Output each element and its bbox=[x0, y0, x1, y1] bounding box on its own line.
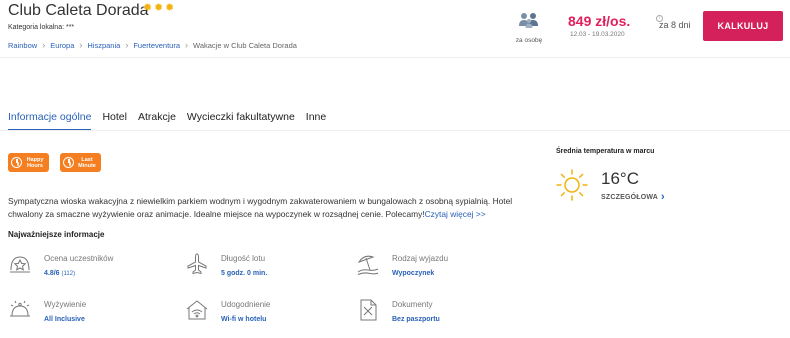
key-info-item: Długość lotu 5 godz. 0 min. bbox=[185, 252, 267, 277]
wifi-house-icon bbox=[186, 300, 208, 320]
chevron-right-icon: › bbox=[42, 40, 46, 50]
food-cloche-icon bbox=[10, 300, 30, 317]
chevron-right-icon: › bbox=[185, 40, 189, 50]
breadcrumb: Rainbow › Europa › Hiszpania › Fuerteven… bbox=[8, 40, 297, 50]
people-icon bbox=[519, 13, 538, 28]
weather-details-label: SZCZEGÓŁOWA bbox=[601, 193, 659, 201]
happy-hours-badge: Happy Hours bbox=[8, 153, 49, 172]
hotel-name: Club Caleta Dorada bbox=[8, 2, 149, 19]
board-type-value: All Inclusive bbox=[44, 316, 85, 323]
star-icon: ✹ bbox=[143, 2, 153, 14]
rating-star-icon bbox=[10, 256, 30, 273]
trip-dates: 12.03 - 19.03.2020 bbox=[570, 31, 625, 38]
breadcrumb-link-europa[interactable]: Europa bbox=[50, 41, 74, 50]
hotel-description: Sympatyczna wioska wakacyjna z niewielki… bbox=[8, 195, 528, 221]
key-info-item: Ocena uczestników 4.8/6 (112) bbox=[8, 252, 113, 277]
rating-count: (112) bbox=[61, 271, 76, 277]
key-info-label: Udogodnienie bbox=[221, 300, 271, 309]
clock-icon bbox=[63, 157, 74, 168]
weather-details-link[interactable]: SZCZEGÓŁOWA › bbox=[601, 191, 665, 203]
tab-bar: Informacje ogólne Hotel Atrakcje Wyciecz… bbox=[8, 111, 326, 131]
chevron-right-icon: › bbox=[125, 40, 129, 50]
chevron-right-icon: › bbox=[79, 40, 83, 50]
price: 849 zł/os. bbox=[568, 13, 631, 29]
tab-general-info[interactable]: Informacje ogólne bbox=[8, 111, 92, 131]
header-divider bbox=[0, 57, 790, 58]
key-info-item: Wyżywienie All Inclusive bbox=[8, 298, 86, 323]
key-info-item: Rodzaj wyjazdu Wypoczynek bbox=[356, 252, 448, 277]
tab-attractions[interactable]: Atrakcje bbox=[138, 111, 176, 131]
clock-icon bbox=[11, 157, 22, 168]
key-info-label: Ocena uczestników bbox=[44, 254, 114, 263]
read-more-link[interactable]: Czytaj więcej >> bbox=[425, 209, 486, 219]
flight-duration-value: 5 godz. 0 min. bbox=[221, 270, 268, 277]
key-info-title: Najważniejsze informacje bbox=[8, 230, 105, 239]
breadcrumb-link-fuerteventura[interactable]: Fuerteventura bbox=[133, 41, 180, 50]
hotel-stars: ✹ ✹ ✹ bbox=[143, 2, 175, 14]
key-info-item: Dokumenty Bez paszportu bbox=[356, 298, 440, 323]
chevron-right-icon: › bbox=[661, 191, 665, 203]
trip-duration: za 8 dni bbox=[659, 20, 691, 30]
key-info-item: Udogodnienie Wi-fi w hotelu bbox=[185, 298, 270, 323]
breadcrumb-current: Wakacje w Club Caleta Dorada bbox=[193, 40, 297, 50]
key-info-label: Dokumenty bbox=[392, 300, 433, 309]
calculate-button[interactable]: KALKULUJ bbox=[703, 11, 783, 41]
key-info-label: Rodzaj wyjazdu bbox=[392, 254, 449, 263]
badge-line: Minute bbox=[78, 162, 96, 169]
key-info-label: Długość lotu bbox=[221, 254, 266, 263]
tab-excursions[interactable]: Wycieczki fakultatywne bbox=[187, 111, 295, 131]
star-icon: ✹ bbox=[165, 2, 175, 14]
tabs-divider bbox=[0, 130, 790, 131]
sun-icon bbox=[556, 169, 588, 201]
local-category: Kategoria lokalna: *** bbox=[8, 24, 75, 31]
weather-title: Średnia temperatura w marcu bbox=[556, 148, 655, 155]
key-info-label: Wyżywienie bbox=[44, 300, 87, 309]
beach-umbrella-icon bbox=[357, 255, 379, 275]
trip-type-value: Wypoczynek bbox=[392, 270, 435, 277]
star-icon: ✹ bbox=[154, 2, 164, 14]
temperature-value: 16°C bbox=[601, 169, 639, 188]
tab-other[interactable]: Inne bbox=[306, 111, 326, 131]
rating-value: 4.8/6 bbox=[44, 270, 60, 277]
badge-line: Hours bbox=[27, 162, 43, 169]
airplane-icon bbox=[187, 253, 207, 275]
persons-selector[interactable]: za osobę bbox=[512, 12, 546, 44]
last-minute-badge: Last Minute bbox=[60, 153, 101, 172]
breadcrumb-link-rainbow[interactable]: Rainbow bbox=[8, 41, 37, 50]
breadcrumb-link-hiszpania[interactable]: Hiszpania bbox=[87, 41, 120, 50]
tab-hotel[interactable]: Hotel bbox=[102, 111, 127, 131]
amenity-value: Wi-fi w hotelu bbox=[221, 316, 267, 323]
documents-value: Bez paszportu bbox=[392, 316, 440, 323]
persons-label: za osobę bbox=[515, 37, 543, 44]
document-icon bbox=[360, 299, 377, 321]
